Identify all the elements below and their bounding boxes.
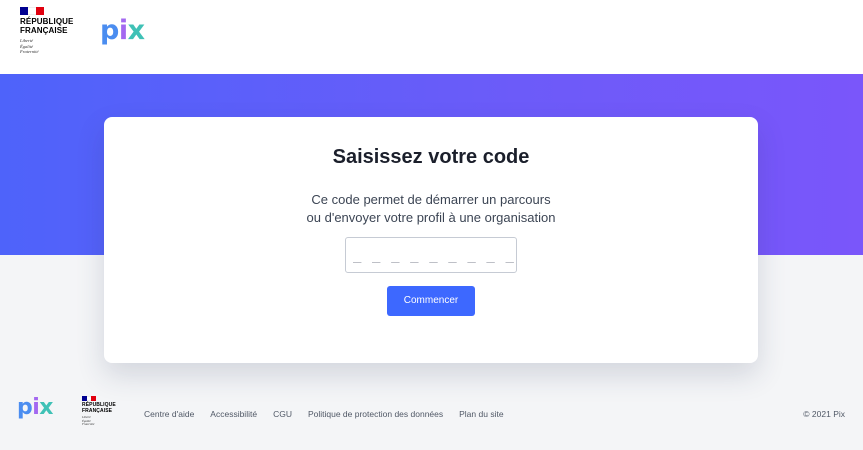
french-flag-icon (82, 396, 97, 401)
footer-link-privacy-policy[interactable]: Politique de protection des données (308, 409, 443, 420)
site-footer: pix RÉPUBLIQUE FRANÇAISE Liberté Égalité… (0, 380, 863, 450)
gov-motto: Liberté Égalité Fraternité (20, 38, 39, 54)
page-title: Saisissez votre code (332, 146, 530, 168)
card-description: Ce code permet de démarrer un parcours o… (306, 192, 556, 225)
code-entry-card: Saisissez votre code Ce code permet de d… (104, 117, 758, 363)
footer-link-sitemap[interactable]: Plan du site (459, 409, 503, 420)
campaign-code-input[interactable]: _ _ _ _ _ _ _ _ _ (345, 237, 517, 273)
republique-francaise-footer-logo: RÉPUBLIQUE FRANÇAISE Liberté Égalité Fra… (82, 396, 122, 427)
gov-title: RÉPUBLIQUE FRANÇAISE (20, 17, 74, 35)
footer-nav: Centre d'aide Accessibilité CGU Politiqu… (144, 409, 520, 420)
pix-logo[interactable]: pix (100, 15, 145, 47)
republique-francaise-logo[interactable]: RÉPUBLIQUE FRANÇAISE Liberté Égalité Fra… (20, 7, 90, 55)
footer-link-help-center[interactable]: Centre d'aide (144, 409, 194, 420)
footer-link-terms[interactable]: CGU (273, 409, 292, 420)
start-button[interactable]: Commencer (387, 286, 475, 316)
footer-link-accessibility[interactable]: Accessibilité (210, 409, 257, 420)
code-input-placeholder: _ _ _ _ _ _ _ _ _ (353, 247, 515, 263)
pix-footer-logo[interactable]: pix (17, 395, 53, 421)
copyright-text: © 2021 Pix (803, 409, 845, 419)
french-flag-icon (20, 7, 44, 15)
gov-motto: Liberté Égalité Fraternité (82, 415, 95, 427)
site-header: RÉPUBLIQUE FRANÇAISE Liberté Égalité Fra… (0, 0, 863, 74)
gov-title: RÉPUBLIQUE FRANÇAISE (82, 402, 116, 414)
